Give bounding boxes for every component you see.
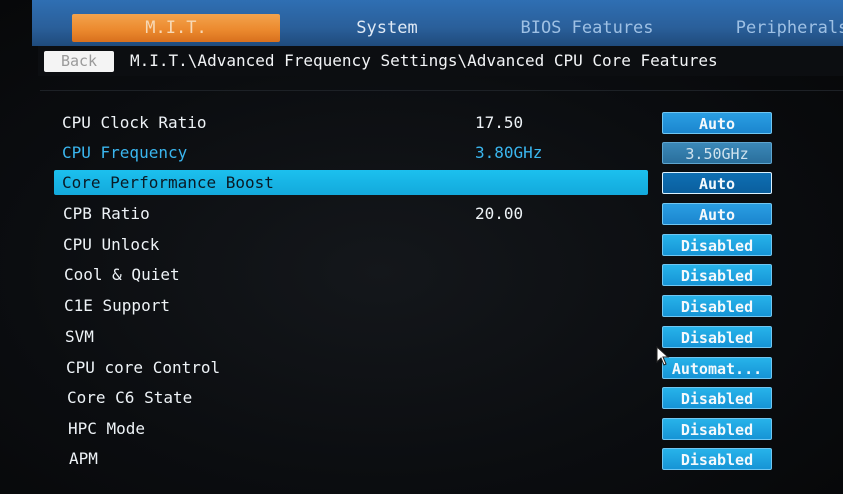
setting-value-button[interactable]: Disabled [662, 326, 772, 348]
tab-mit[interactable]: M.I.T. [72, 14, 280, 42]
setting-value-button[interactable]: Disabled [662, 234, 772, 256]
setting-label: CPU core Control [66, 358, 221, 377]
setting-label: CPB Ratio [63, 204, 150, 223]
setting-value-button[interactable]: Disabled [662, 295, 772, 317]
setting-value-button[interactable]: Disabled [662, 264, 772, 286]
setting-row-svm[interactable]: SVM Disabled [40, 323, 843, 351]
setting-row-cpb-ratio[interactable]: CPB Ratio 20.00 Auto [40, 200, 843, 228]
back-button[interactable]: Back [44, 51, 114, 72]
setting-row-cpu-frequency: CPU Frequency 3.80GHz 3.50GHz [40, 139, 843, 167]
setting-value-button[interactable]: Auto [662, 112, 772, 134]
setting-label: CPU Unlock [63, 235, 160, 254]
setting-row-cpu-core-control[interactable]: CPU core Control Automat... [40, 354, 843, 382]
setting-label: CPU Clock Ratio [62, 113, 207, 132]
breadcrumb-bar: Back M.I.T.\Advanced Frequency Settings\… [38, 46, 843, 76]
setting-current-value: 20.00 [475, 204, 524, 223]
setting-label: Core Performance Boost [62, 173, 274, 192]
tab-bios-features[interactable]: BIOS Features [502, 14, 672, 42]
tab-peripherals[interactable]: Peripherals [722, 14, 843, 42]
setting-row-cpu-unlock[interactable]: CPU Unlock Disabled [40, 231, 843, 259]
setting-label: Cool & Quiet [64, 265, 180, 284]
setting-value-button[interactable]: Auto [662, 172, 772, 194]
setting-label: C1E Support [64, 296, 170, 315]
setting-value-button[interactable]: Auto [662, 203, 772, 225]
setting-value-button[interactable]: Disabled [662, 418, 772, 440]
setting-row-hpc-mode[interactable]: HPC Mode Disabled [40, 415, 843, 443]
setting-row-apm[interactable]: APM Disabled [40, 445, 843, 473]
setting-value-display: 3.50GHz [662, 142, 772, 164]
setting-value-button[interactable]: Disabled [662, 387, 772, 409]
setting-label: SVM [65, 327, 94, 346]
setting-row-c1e-support[interactable]: C1E Support Disabled [40, 292, 843, 320]
setting-label: CPU Frequency [62, 143, 188, 162]
setting-label: APM [69, 449, 98, 468]
setting-row-cpu-clock-ratio[interactable]: CPU Clock Ratio 17.50 Auto [40, 109, 843, 137]
bios-screen: M.I.T. System BIOS Features Peripherals … [0, 0, 843, 494]
tab-system[interactable]: System [332, 14, 442, 42]
setting-current-value: 17.50 [475, 113, 524, 132]
setting-row-core-c6-state[interactable]: Core C6 State Disabled [40, 384, 843, 412]
setting-value-button[interactable]: Disabled [662, 448, 772, 470]
mouse-pointer-icon [656, 346, 670, 366]
top-tab-bar: M.I.T. System BIOS Features Peripherals [32, 0, 843, 46]
setting-label: Core C6 State [67, 388, 193, 407]
setting-current-value: 3.80GHz [475, 143, 543, 162]
settings-panel: CPU Clock Ratio 17.50 Auto CPU Frequency… [40, 90, 843, 494]
setting-value-button[interactable]: Automat... [662, 357, 772, 379]
setting-label: HPC Mode [68, 419, 146, 438]
setting-row-cool-quiet[interactable]: Cool & Quiet Disabled [40, 261, 843, 289]
breadcrumb: M.I.T.\Advanced Frequency Settings\Advan… [130, 51, 718, 70]
setting-row-core-performance-boost[interactable]: Core Performance Boost Auto [40, 169, 843, 197]
